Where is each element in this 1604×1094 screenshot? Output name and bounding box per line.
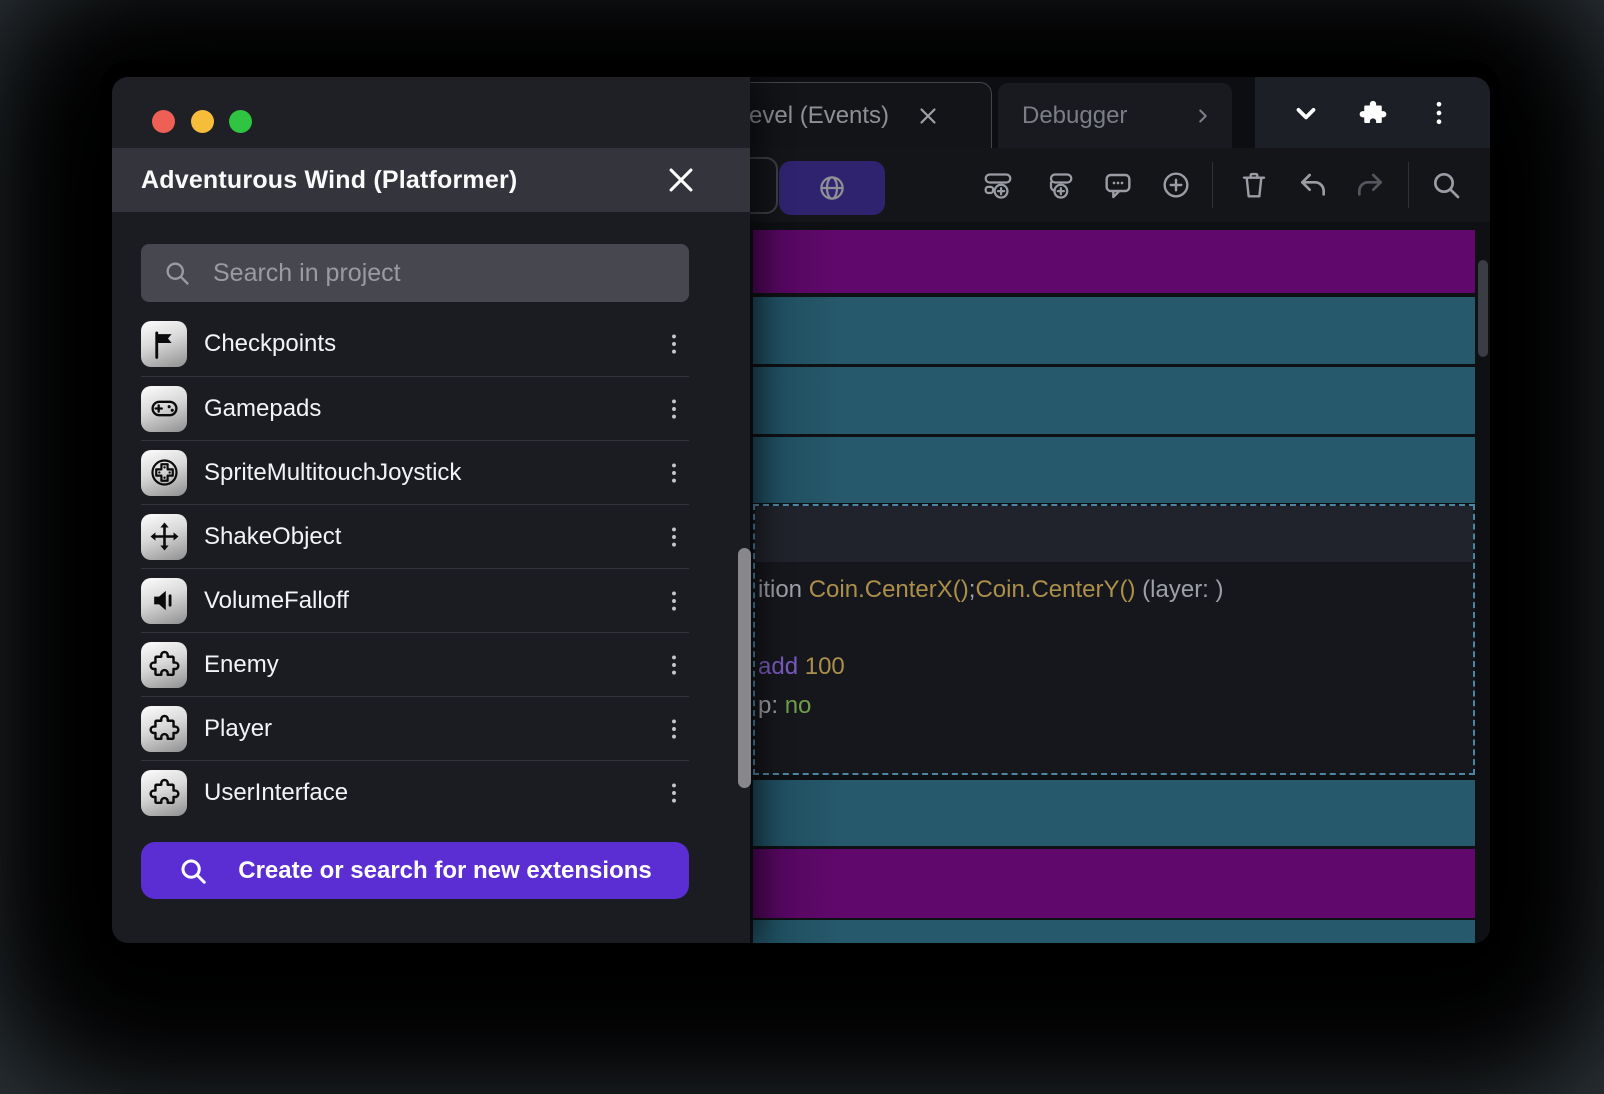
events-scrollbar-thumb[interactable] xyxy=(1478,260,1488,357)
kebab-menu-icon[interactable] xyxy=(661,780,687,806)
scene-globe-button[interactable] xyxy=(779,161,885,215)
puzzle-outline-icon xyxy=(141,770,187,816)
search-input[interactable] xyxy=(211,258,673,289)
tab-level-events[interactable]: evel (Events) xyxy=(710,82,992,148)
create-extension-button[interactable]: Create or search for new extensions xyxy=(141,842,689,899)
event-code-line: add 100 xyxy=(758,653,845,681)
tab-debugger[interactable]: Debugger xyxy=(998,83,1232,148)
extension-row[interactable]: UserInterface xyxy=(141,760,689,824)
trash-icon[interactable] xyxy=(1232,148,1276,222)
move-arrows-icon xyxy=(141,514,187,560)
project-search[interactable] xyxy=(141,244,689,302)
event-code-line: ition Coin.CenterX();Coin.CenterY() (lay… xyxy=(758,576,1224,604)
toolbar-divider xyxy=(1212,162,1213,208)
event-condition-area[interactable] xyxy=(755,506,1473,562)
speaker-icon xyxy=(141,578,187,624)
search-icon xyxy=(178,856,208,886)
event-selected[interactable]: ition Coin.CenterX();Coin.CenterY() (lay… xyxy=(753,504,1475,775)
extensions-puzzle-icon[interactable] xyxy=(1358,98,1388,128)
extension-label: VolumeFalloff xyxy=(204,587,661,615)
extension-label: Player xyxy=(204,715,661,743)
kebab-menu-icon[interactable] xyxy=(661,524,687,550)
puzzle-outline-icon xyxy=(141,706,187,752)
extension-label: Enemy xyxy=(204,651,661,679)
kebab-menu-icon[interactable] xyxy=(661,460,687,486)
events-sheet: ition Coin.CenterX();Coin.CenterY() (lay… xyxy=(750,222,1490,943)
screenshot-stage: evel (Events) Debugger xyxy=(0,0,1604,1094)
event-row-teal[interactable] xyxy=(753,297,1475,364)
extension-row[interactable]: VolumeFalloff xyxy=(141,568,689,632)
kebab-menu-icon[interactable] xyxy=(661,588,687,614)
extension-row[interactable]: Gamepads xyxy=(141,376,689,440)
circle-plus-icon[interactable] xyxy=(1154,148,1198,222)
flag-icon xyxy=(141,321,187,367)
tab-debugger-label: Debugger xyxy=(1022,102,1192,130)
extension-row[interactable]: Checkpoints xyxy=(141,312,689,376)
search-events-icon[interactable] xyxy=(1424,148,1468,222)
extension-label: ShakeObject xyxy=(204,523,661,551)
add-event-icon[interactable] xyxy=(976,148,1020,222)
undo-icon[interactable] xyxy=(1291,148,1335,222)
close-panel-icon[interactable] xyxy=(664,163,698,197)
macos-titlebar xyxy=(112,77,750,148)
add-subevent-icon[interactable] xyxy=(1037,148,1081,222)
event-row-teal[interactable] xyxy=(753,920,1475,943)
toolbar-divider xyxy=(1408,162,1409,208)
kebab-menu-icon[interactable] xyxy=(661,716,687,742)
kebab-menu-icon[interactable] xyxy=(661,652,687,678)
event-row-purple[interactable] xyxy=(753,230,1475,293)
globe-icon xyxy=(817,173,847,203)
extension-label: UserInterface xyxy=(204,779,661,807)
kebab-menu-icon[interactable] xyxy=(661,331,687,357)
chevron-right-icon[interactable] xyxy=(1192,105,1214,127)
traffic-light-minimize[interactable] xyxy=(191,110,214,133)
extension-row[interactable]: Player xyxy=(141,696,689,760)
kebab-menu-icon[interactable] xyxy=(1424,98,1454,128)
event-row-teal[interactable] xyxy=(753,367,1475,434)
event-action-area[interactable]: ition Coin.CenterX();Coin.CenterY() (lay… xyxy=(755,562,1473,773)
event-rows: ition Coin.CenterX();Coin.CenterY() (lay… xyxy=(753,222,1475,943)
event-row-purple[interactable] xyxy=(753,849,1475,918)
extension-label: SpriteMultitouchJoystick xyxy=(204,459,661,487)
traffic-light-close[interactable] xyxy=(152,110,175,133)
create-extension-label: Create or search for new extensions xyxy=(238,857,651,885)
event-row-teal[interactable] xyxy=(753,780,1475,846)
window-top-right-cluster xyxy=(1255,77,1490,148)
panel-scrollbar-thumb[interactable] xyxy=(738,548,751,788)
joystick-icon xyxy=(141,450,187,496)
redo-icon[interactable] xyxy=(1348,148,1392,222)
extensions-list: Checkpoints Gamepads SpriteMultitouchJoyst… xyxy=(141,312,689,824)
chevron-down-icon[interactable] xyxy=(1291,98,1321,128)
event-row-teal[interactable] xyxy=(753,437,1475,503)
puzzle-outline-icon xyxy=(141,642,187,688)
extension-row[interactable]: Enemy xyxy=(141,632,689,696)
project-manager-panel: Adventurous Wind (Platformer) Checkpoint… xyxy=(112,77,750,943)
search-icon xyxy=(163,259,191,287)
extension-label: Checkpoints xyxy=(204,330,661,358)
event-code-line: p: no xyxy=(758,692,811,720)
extension-row[interactable]: SpriteMultitouchJoystick xyxy=(141,440,689,504)
app-window: evel (Events) Debugger xyxy=(112,77,1490,943)
extension-row[interactable]: ShakeObject xyxy=(141,504,689,568)
panel-header: Adventurous Wind (Platformer) xyxy=(112,148,750,212)
tab-level-events-label: evel (Events) xyxy=(749,102,889,130)
kebab-menu-icon[interactable] xyxy=(661,396,687,422)
close-tab-icon[interactable] xyxy=(915,103,941,129)
traffic-light-zoom[interactable] xyxy=(229,110,252,133)
extension-label: Gamepads xyxy=(204,395,661,423)
add-comment-icon[interactable] xyxy=(1096,148,1140,222)
gamepad-icon xyxy=(141,386,187,432)
project-title: Adventurous Wind (Platformer) xyxy=(141,166,517,195)
